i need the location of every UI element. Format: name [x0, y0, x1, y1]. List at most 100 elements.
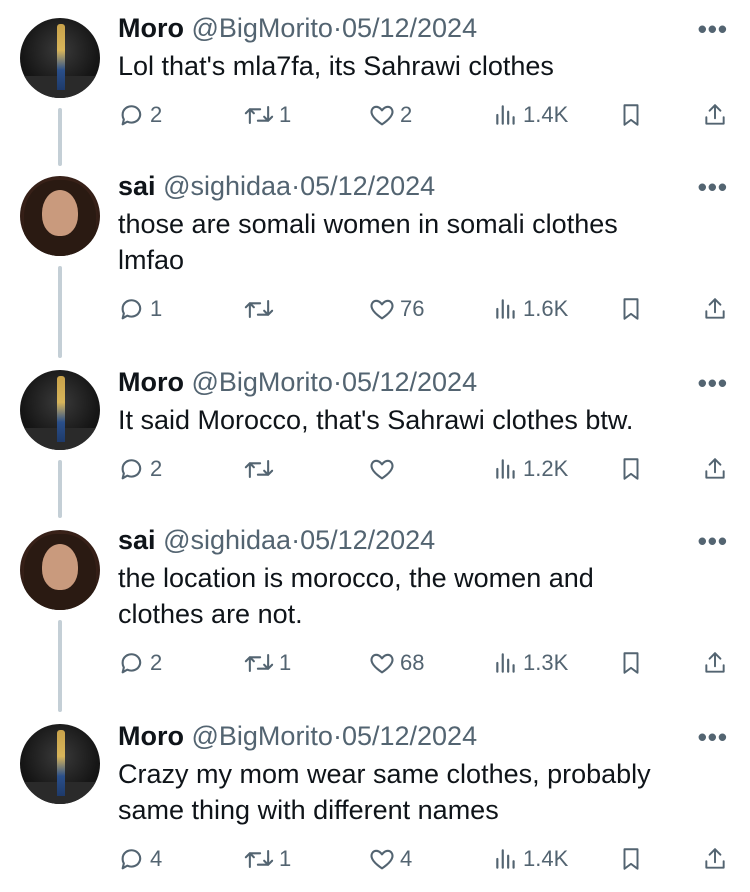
like-button[interactable]: 76	[368, 292, 424, 326]
reply-icon	[121, 459, 142, 480]
reply-button[interactable]: 2	[118, 646, 162, 680]
retweet-count: 1	[279, 846, 292, 871]
author-handle[interactable]: @BigMorito	[192, 721, 333, 751]
heart-icon	[370, 653, 394, 674]
retweet-button[interactable]: 1	[243, 842, 291, 876]
views-button[interactable]: 1.2K	[493, 452, 568, 486]
reply-icon	[121, 849, 142, 870]
avatar[interactable]	[20, 176, 100, 256]
tweet[interactable]: Moro @BigMorito·05/12/2024 ••• It said M…	[0, 352, 750, 512]
avatar[interactable]	[20, 530, 100, 610]
views-count: 1.6K	[523, 296, 569, 321]
reply-icon	[121, 105, 142, 126]
more-options-icon[interactable]: •••	[698, 14, 728, 45]
tweet-date[interactable]: 05/12/2024	[300, 171, 435, 201]
like-button[interactable]: 2	[368, 98, 412, 132]
separator-dot: ·	[332, 13, 342, 43]
share-icon	[705, 298, 725, 319]
like-count: 4	[400, 846, 413, 871]
tweet-text: It said Morocco, that's Sahrawi clothes …	[118, 405, 634, 435]
retweet-icon	[244, 653, 274, 673]
tweet-date[interactable]: 05/12/2024	[300, 525, 435, 555]
tweet-date[interactable]: 05/12/2024	[342, 13, 477, 43]
share-icon	[705, 458, 725, 479]
like-button[interactable]	[368, 452, 400, 486]
bookmark-icon	[623, 104, 639, 126]
views-button[interactable]: 1.4K	[493, 98, 568, 132]
author-name[interactable]: sai	[118, 525, 156, 555]
tweet[interactable]: Moro @BigMorito·05/12/2024 ••• Crazy my …	[0, 706, 750, 892]
retweet-button[interactable]: 1	[243, 646, 291, 680]
views-count: 1.4K	[523, 102, 569, 127]
views-icon	[496, 299, 515, 319]
tweet[interactable]: sai @sighidaa·05/12/2024 ••• the locatio…	[0, 512, 750, 712]
retweet-icon	[244, 105, 274, 125]
tweet-actions: 2 1 68 1.3K	[0, 646, 750, 680]
views-count: 1.4K	[523, 846, 569, 871]
author-name[interactable]: Moro	[118, 367, 184, 397]
author-name[interactable]: sai	[118, 171, 156, 201]
like-button[interactable]: 68	[368, 646, 424, 680]
author-handle[interactable]: @BigMorito	[192, 367, 333, 397]
reply-count: 2	[150, 456, 163, 481]
heart-icon	[370, 299, 394, 320]
reply-button[interactable]: 1	[118, 292, 162, 326]
share-button[interactable]	[702, 292, 728, 326]
share-button[interactable]	[702, 646, 728, 680]
reply-button[interactable]: 2	[118, 98, 162, 132]
avatar[interactable]	[20, 18, 100, 98]
heart-icon	[370, 849, 394, 870]
reply-count: 1	[150, 296, 163, 321]
bookmark-button[interactable]	[618, 646, 644, 680]
retweet-icon	[244, 459, 274, 479]
tweet-actions: 2 1 2 1.4K	[0, 98, 750, 132]
heart-icon	[370, 459, 394, 480]
views-icon	[496, 653, 515, 673]
author-handle[interactable]: @sighidaa	[163, 171, 291, 201]
bookmark-button[interactable]	[618, 452, 644, 486]
tweet-date[interactable]: 05/12/2024	[342, 721, 477, 751]
reply-button[interactable]: 2	[118, 452, 162, 486]
share-button[interactable]	[702, 98, 728, 132]
bookmark-button[interactable]	[618, 292, 644, 326]
more-options-icon[interactable]: •••	[698, 172, 728, 203]
like-button[interactable]: 4	[368, 842, 412, 876]
separator-dot: ·	[332, 367, 342, 397]
retweet-count: 1	[279, 650, 292, 675]
bookmark-button[interactable]	[618, 98, 644, 132]
avatar[interactable]	[20, 370, 100, 450]
retweet-button[interactable]	[243, 292, 279, 326]
views-icon	[496, 459, 515, 479]
bookmark-icon	[623, 298, 639, 320]
share-button[interactable]	[702, 842, 728, 876]
views-icon	[496, 849, 515, 869]
bookmark-button[interactable]	[618, 842, 644, 876]
retweet-icon	[244, 299, 274, 319]
author-handle[interactable]: @BigMorito	[192, 13, 333, 43]
reply-icon	[121, 299, 142, 320]
more-options-icon[interactable]: •••	[698, 368, 728, 399]
avatar[interactable]	[20, 724, 100, 804]
author-handle[interactable]: @sighidaa	[163, 525, 291, 555]
retweet-button[interactable]	[243, 452, 279, 486]
retweet-button[interactable]: 1	[243, 98, 291, 132]
heart-icon	[370, 105, 394, 126]
reply-button[interactable]: 4	[118, 842, 162, 876]
more-options-icon[interactable]: •••	[698, 526, 728, 557]
author-name[interactable]: Moro	[118, 13, 184, 43]
tweet[interactable]: Moro @BigMorito·05/12/2024 ••• Lol that'…	[0, 0, 750, 150]
retweet-count: 1	[279, 102, 292, 127]
share-button[interactable]	[702, 452, 728, 486]
tweet[interactable]: sai @sighidaa·05/12/2024 ••• those are s…	[0, 158, 750, 358]
tweet-actions: 4 1 4 1.4K	[0, 842, 750, 876]
tweet-text: the location is morocco, the women and c…	[118, 563, 594, 629]
views-button[interactable]: 1.3K	[493, 646, 568, 680]
tweet-date[interactable]: 05/12/2024	[342, 367, 477, 397]
bookmark-icon	[623, 652, 639, 674]
views-button[interactable]: 1.6K	[493, 292, 568, 326]
views-button[interactable]: 1.4K	[493, 842, 568, 876]
bookmark-icon	[623, 458, 639, 480]
author-name[interactable]: Moro	[118, 721, 184, 751]
more-options-icon[interactable]: •••	[698, 722, 728, 753]
like-count: 76	[400, 296, 425, 321]
